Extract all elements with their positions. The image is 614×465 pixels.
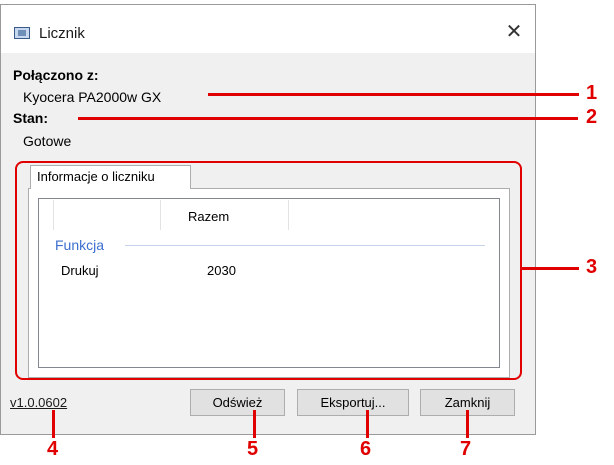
counter-app-icon bbox=[14, 27, 30, 39]
callout-line-4 bbox=[52, 410, 55, 438]
callout-line-1 bbox=[208, 93, 579, 96]
callout-number-2: 2 bbox=[586, 106, 598, 128]
status-value: Gotowe bbox=[23, 133, 72, 149]
close-icon[interactable]: ✕ bbox=[502, 20, 526, 44]
version-link[interactable]: v1.0.0602 bbox=[10, 395, 67, 410]
callout-line-7 bbox=[466, 410, 469, 438]
callout-number-1: 1 bbox=[586, 82, 598, 104]
connected-label: Połączono z: bbox=[13, 67, 99, 83]
window-title: Licznik bbox=[39, 25, 85, 42]
status-label: Stan: bbox=[13, 110, 48, 126]
callout-number-4: 4 bbox=[47, 438, 59, 460]
connected-value: Kyocera PA2000w GX bbox=[23, 89, 162, 105]
callout-number-3: 3 bbox=[586, 256, 598, 278]
export-button[interactable]: Eksportuj... bbox=[297, 389, 409, 416]
callout-number-7: 7 bbox=[460, 438, 472, 460]
callout-box-3 bbox=[15, 161, 522, 380]
callout-line-6 bbox=[366, 410, 369, 438]
callout-line-3 bbox=[521, 267, 579, 270]
callout-line-5 bbox=[253, 410, 256, 438]
refresh-button[interactable]: Odśwież bbox=[190, 389, 285, 416]
callout-number-5: 5 bbox=[247, 438, 259, 460]
callout-line-2 bbox=[78, 117, 578, 120]
callout-number-6: 6 bbox=[360, 438, 372, 460]
title-bar: Licznik ✕ bbox=[1, 5, 535, 53]
